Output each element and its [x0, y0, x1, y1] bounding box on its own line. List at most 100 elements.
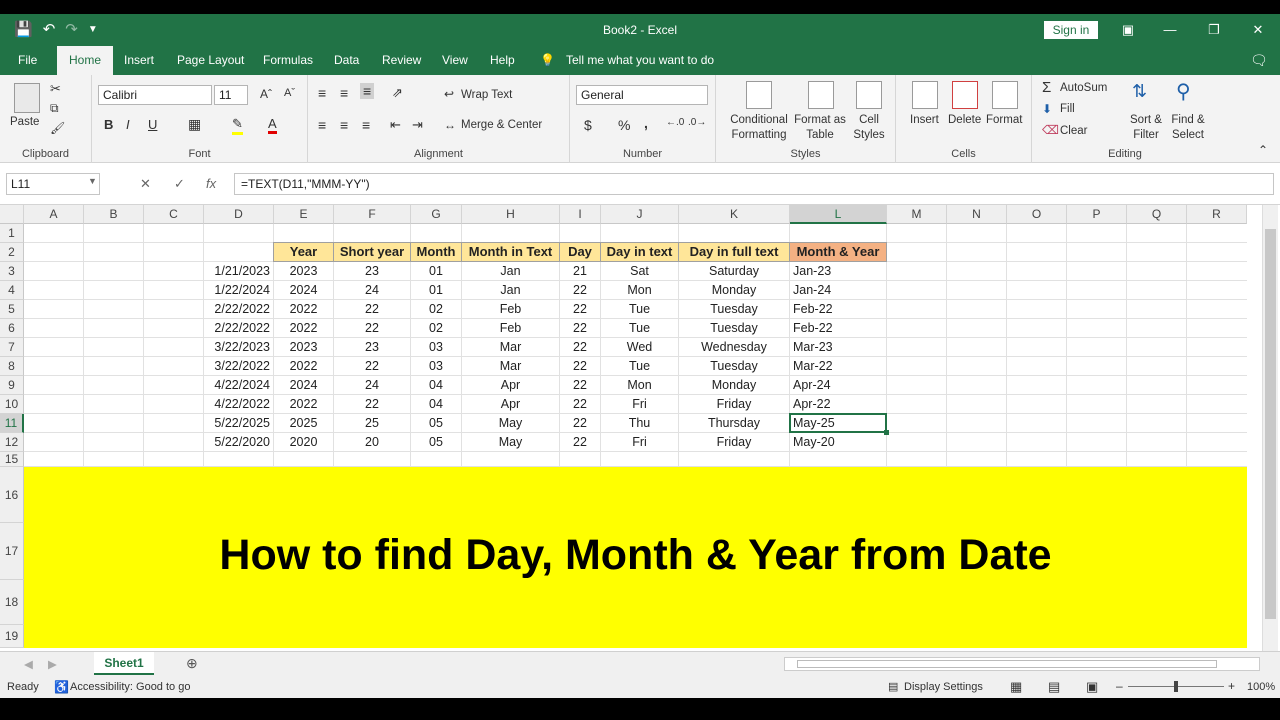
table-cell[interactable]: Mar — [462, 357, 559, 375]
format-table-icon[interactable] — [808, 81, 834, 109]
table-cell[interactable]: Feb — [462, 300, 559, 318]
name-box-dropdown-icon[interactable]: ▼ — [88, 176, 97, 186]
column-header[interactable]: Q — [1127, 205, 1187, 224]
fill-handle[interactable] — [884, 430, 889, 435]
table-cell[interactable]: 5/22/2025 — [204, 414, 273, 432]
table-cell[interactable]: 22 — [560, 319, 600, 337]
row-header[interactable]: 4 — [0, 281, 24, 300]
table-cell[interactable]: 2020 — [274, 433, 333, 451]
cancel-icon[interactable]: ✕ — [140, 176, 151, 192]
table-cell[interactable]: Mar — [462, 338, 559, 356]
font-color-icon[interactable]: A — [268, 116, 277, 134]
table-cell[interactable]: 05 — [411, 414, 461, 432]
table-cell[interactable]: May — [462, 414, 559, 432]
tab-insert[interactable]: Insert — [124, 46, 154, 75]
column-header[interactable]: N — [947, 205, 1007, 224]
table-cell[interactable]: 22 — [560, 376, 600, 394]
add-sheet-icon[interactable]: ⊕ — [186, 655, 198, 672]
table-cell[interactable]: 2022 — [274, 300, 333, 318]
table-cell[interactable]: May — [462, 433, 559, 451]
table-cell[interactable]: 3/22/2022 — [204, 357, 273, 375]
fill-color-icon[interactable]: ✎ — [232, 116, 243, 135]
table-cell[interactable]: 2022 — [274, 319, 333, 337]
column-header[interactable]: J — [601, 205, 679, 224]
next-sheet-icon[interactable]: ▶ — [48, 657, 57, 671]
column-header[interactable]: O — [1007, 205, 1067, 224]
underline-button[interactable]: U — [148, 117, 157, 132]
table-cell[interactable]: 05 — [411, 433, 461, 451]
comments-icon[interactable]: 🗨 — [1250, 46, 1268, 75]
table-cell[interactable]: May-20 — [790, 433, 886, 451]
column-header[interactable]: L — [790, 205, 887, 224]
table-cell[interactable]: Tuesday — [679, 300, 789, 318]
column-header[interactable]: P — [1067, 205, 1127, 224]
row-header[interactable]: 18 — [0, 580, 24, 625]
cell-styles-button[interactable]: Cell Styles — [850, 113, 888, 143]
zoom-slider-thumb[interactable] — [1174, 681, 1178, 692]
format-painter-icon[interactable]: 🖌 — [50, 121, 65, 135]
ribbon-display-icon[interactable]: ▣ — [1108, 17, 1148, 43]
table-cell[interactable]: Fri — [601, 395, 678, 413]
table-cell[interactable]: 1/22/2024 — [204, 281, 273, 299]
format-cells-icon[interactable] — [992, 81, 1018, 109]
minimize-icon[interactable]: — — [1150, 17, 1190, 43]
sheet-tab-sheet1[interactable]: Sheet1 — [94, 652, 154, 675]
column-header[interactable]: M — [887, 205, 947, 224]
table-cell[interactable]: Friday — [679, 395, 789, 413]
conditional-formatting-icon[interactable] — [746, 81, 772, 109]
table-cell[interactable]: Saturday — [679, 262, 789, 280]
format-as-table-button[interactable]: Format as Table — [794, 113, 846, 143]
table-cell[interactable]: 23 — [334, 338, 410, 356]
table-cell[interactable]: 24 — [334, 281, 410, 299]
vertical-scrollbar[interactable] — [1262, 205, 1278, 651]
table-header-cell[interactable]: Month & Year — [789, 242, 887, 262]
percent-button[interactable]: % — [618, 117, 630, 133]
prev-sheet-icon[interactable]: ◀ — [24, 657, 33, 671]
table-cell[interactable]: 25 — [334, 414, 410, 432]
table-cell[interactable]: Monday — [679, 281, 789, 299]
table-cell[interactable]: 2024 — [274, 281, 333, 299]
vertical-scroll-thumb[interactable] — [1265, 229, 1276, 619]
zoom-out-icon[interactable]: – — [1116, 679, 1123, 693]
table-cell[interactable]: 24 — [334, 376, 410, 394]
display-settings-icon[interactable]: ▤ — [888, 680, 898, 693]
copy-icon[interactable]: ⧉ — [50, 101, 59, 116]
table-cell[interactable]: 2025 — [274, 414, 333, 432]
tab-file[interactable]: File — [18, 46, 37, 75]
table-header-cell[interactable]: Month in Text — [461, 242, 560, 262]
insert-function-button[interactable]: fx — [206, 176, 216, 191]
tab-formulas[interactable]: Formulas — [263, 46, 313, 75]
align-left-icon[interactable]: ≡ — [318, 117, 326, 133]
table-cell[interactable]: 22 — [560, 281, 600, 299]
table-cell[interactable]: 04 — [411, 395, 461, 413]
tell-me-box[interactable]: Tell me what you want to do — [566, 46, 714, 75]
worksheet-grid[interactable]: How to find Day, Month & Year from Date … — [0, 205, 1280, 651]
zoom-in-icon[interactable]: + — [1228, 679, 1235, 693]
row-header[interactable]: 10 — [0, 395, 24, 414]
align-bottom-icon[interactable]: ≡ — [360, 83, 375, 99]
column-header[interactable]: E — [274, 205, 334, 224]
table-cell[interactable]: Mar-22 — [790, 357, 886, 375]
column-header[interactable]: B — [84, 205, 144, 224]
table-cell[interactable]: 03 — [411, 338, 461, 356]
table-cell[interactable]: Mar-23 — [790, 338, 886, 356]
table-cell[interactable]: 01 — [411, 262, 461, 280]
number-format-select[interactable]: General — [576, 85, 708, 105]
sign-in-button[interactable]: Sign in — [1044, 21, 1098, 39]
table-cell[interactable]: Sat — [601, 262, 678, 280]
increase-decimal-icon[interactable]: ←.0 — [666, 117, 684, 128]
decrease-indent-icon[interactable]: ⇤ — [390, 117, 401, 133]
table-cell[interactable]: 2023 — [274, 338, 333, 356]
row-header[interactable]: 15 — [0, 452, 24, 467]
table-cell[interactable]: 22 — [334, 319, 410, 337]
borders-icon[interactable]: ▦ — [188, 116, 201, 133]
table-cell[interactable]: Friday — [679, 433, 789, 451]
table-cell[interactable]: 2023 — [274, 262, 333, 280]
column-header[interactable]: A — [24, 205, 84, 224]
table-cell[interactable]: 2024 — [274, 376, 333, 394]
table-cell[interactable]: 20 — [334, 433, 410, 451]
table-cell[interactable]: Feb — [462, 319, 559, 337]
cell-styles-icon[interactable] — [856, 81, 882, 109]
table-cell[interactable]: Jan — [462, 281, 559, 299]
formula-input[interactable]: =TEXT(D11,"MMM-YY") — [234, 173, 1274, 195]
